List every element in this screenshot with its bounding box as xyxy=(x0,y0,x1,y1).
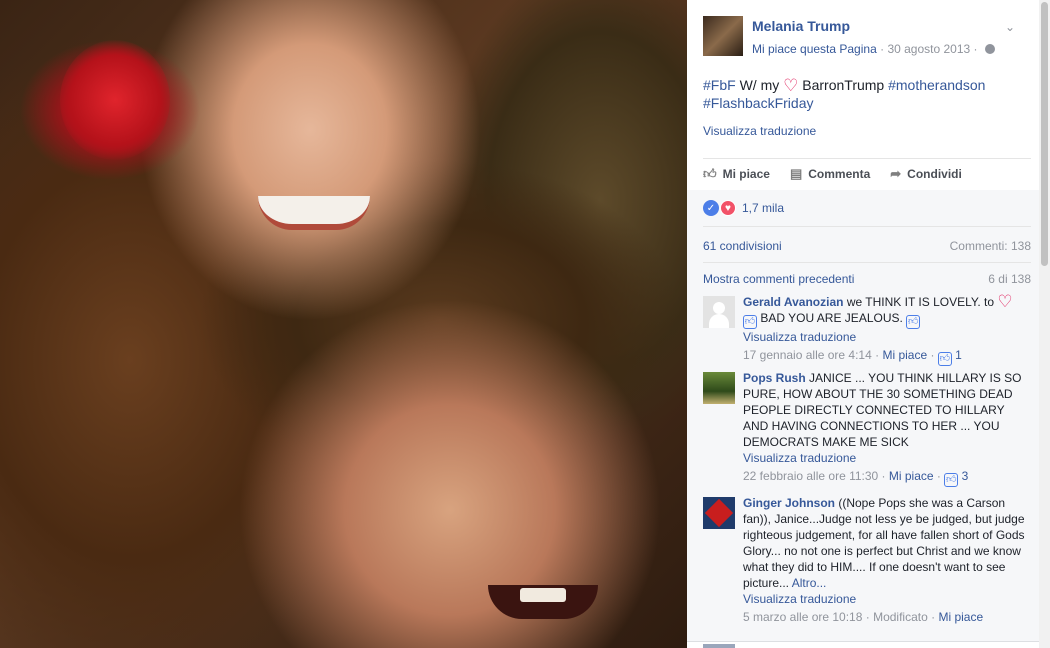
comment-time[interactable]: 17 gennaio alle ore 4:14 xyxy=(743,348,872,362)
comment-text: we THINK IT IS LOVELY. to xyxy=(843,295,998,309)
comment-meta: 17 gennaio alle ore 4:14 · Mi piace · 👍︎… xyxy=(743,348,962,366)
share-icon: ➦ xyxy=(890,166,902,181)
divider-3 xyxy=(703,262,1031,263)
comment-body: Ginger Johnson ((Nope Pops she was a Car… xyxy=(743,495,1031,625)
heart-icon: ♡ xyxy=(783,76,799,95)
post-meta: Mi piace questa Pagina · 30 agosto 2013 … xyxy=(752,42,995,56)
comment-meta: 22 febbraio alle ore 11:30 · Mi piace · … xyxy=(743,469,969,487)
avatar[interactable] xyxy=(703,296,735,328)
comment-body: Pops Rush JANICE ... YOU THINK HILLARY I… xyxy=(743,370,1031,487)
scrollbar-thumb[interactable] xyxy=(1041,2,1048,266)
meta-separator: · xyxy=(880,42,885,56)
avatar[interactable] xyxy=(703,497,735,529)
page-avatar[interactable] xyxy=(703,16,743,56)
post-panel: Melania Trump Mi piace questa Pagina · 3… xyxy=(687,0,1039,648)
comment-like-count[interactable]: 3 xyxy=(962,469,969,483)
thumbs-up-icon: 👍︎ xyxy=(906,315,921,329)
thumbs-up-icon: 👍︎ xyxy=(944,473,959,487)
comment-item: Pops Rush JANICE ... YOU THINK HILLARY I… xyxy=(703,370,1031,488)
share-row: 61 condivisioni Commenti: 138 xyxy=(703,239,1031,253)
post-text-segment-2: BarronTrump xyxy=(798,77,889,93)
thumbs-up-icon: 👍︎ xyxy=(743,315,757,329)
woman-smile xyxy=(258,196,370,230)
show-previous-comments-link[interactable]: Mostra commenti precedenti xyxy=(703,272,854,286)
comment-composer[interactable] xyxy=(687,641,1039,648)
translate-link[interactable]: Visualizza traduzione xyxy=(703,124,816,138)
comment-like-count[interactable]: 1 xyxy=(955,348,962,362)
comment-item: Ginger Johnson ((Nope Pops she was a Car… xyxy=(703,495,1031,633)
comment-text: ((Nope Pops she was a Carson fan)), Jani… xyxy=(743,496,1025,590)
child-teeth xyxy=(520,588,566,602)
hashtag-fbf[interactable]: #FbF xyxy=(703,77,736,93)
comment-translate-link[interactable]: Visualizza traduzione xyxy=(743,329,1031,345)
action-bar: 👍︎ Mi piace ▤ Commenta ➦ Condividi xyxy=(703,165,1031,183)
meta-separator-2: · xyxy=(973,42,978,56)
like-label: Mi piace xyxy=(722,167,770,181)
avatar xyxy=(703,644,735,648)
page-name-link[interactable]: Melania Trump xyxy=(752,18,850,34)
comment-translate-link[interactable]: Visualizza traduzione xyxy=(743,450,1031,466)
like-button[interactable]: 👍︎ Mi piace xyxy=(703,165,770,183)
comment-button[interactable]: ▤ Commenta xyxy=(790,165,870,183)
share-button[interactable]: ➦ Condividi xyxy=(890,165,962,183)
comment-author[interactable]: Pops Rush xyxy=(743,371,806,385)
comment-icon: ▤ xyxy=(789,166,803,181)
comment-time[interactable]: 5 marzo alle ore 10:18 xyxy=(743,610,862,624)
comment-author[interactable]: Ginger Johnson xyxy=(743,496,835,510)
scrollbar[interactable] xyxy=(1039,0,1050,648)
comment-edited[interactable]: Modificato xyxy=(873,610,928,624)
reactions-count[interactable]: 1,7 mila xyxy=(742,201,784,215)
flower-decoration xyxy=(60,40,170,160)
comment-like-button[interactable]: Mi piace xyxy=(938,610,983,624)
post-date[interactable]: 30 agosto 2013 xyxy=(887,42,970,56)
like-page-link[interactable]: Mi piace questa Pagina xyxy=(752,42,877,56)
chevron-down-icon[interactable]: ⌄ xyxy=(1005,20,1015,34)
avatar[interactable] xyxy=(703,372,735,404)
post-photo[interactable] xyxy=(0,0,687,648)
comment-time[interactable]: 22 febbraio alle ore 11:30 xyxy=(743,469,878,483)
heart-icon: ♡ xyxy=(997,292,1013,311)
post-text-segment: W/ my xyxy=(735,77,784,93)
reactions-summary[interactable]: ✓ ♥ 1,7 mila xyxy=(703,200,784,216)
hashtag-motherandson[interactable]: #motherandson xyxy=(888,77,985,93)
thumbs-up-icon: 👍︎ xyxy=(703,166,717,181)
hashtag-flashbackfriday[interactable]: #FlashbackFriday xyxy=(703,95,814,111)
globe-icon xyxy=(984,44,995,54)
see-more-link[interactable]: Altro... xyxy=(792,576,827,590)
previous-comments-row: Mostra commenti precedenti 6 di 138 xyxy=(703,272,1031,286)
comment-item: Gerald Avanozian we THINK IT IS LOVELY. … xyxy=(703,292,1031,366)
comment-like-button[interactable]: Mi piace xyxy=(882,348,927,362)
post-text: #FbF W/ my ♡ BarronTrump #motherandson #… xyxy=(703,76,1013,112)
comment-like-button[interactable]: Mi piace xyxy=(889,469,934,483)
post-header: Melania Trump Mi piace questa Pagina · 3… xyxy=(703,16,1027,60)
comment-text-2: BAD YOU ARE JEALOUS. xyxy=(757,311,907,325)
comment-body: Gerald Avanozian we THINK IT IS LOVELY. … xyxy=(743,292,1031,366)
comments-counter: 6 di 138 xyxy=(988,272,1031,286)
thumbs-up-icon: 👍︎ xyxy=(937,352,952,366)
shares-link[interactable]: 61 condivisioni xyxy=(703,239,782,253)
comment-author[interactable]: Gerald Avanozian xyxy=(743,295,843,309)
comment-label: Commenta xyxy=(808,167,871,181)
comment-meta: 5 marzo alle ore 10:18 · Modificato · Mi… xyxy=(743,610,984,624)
comments-count: Commenti: 138 xyxy=(949,239,1031,253)
divider-2 xyxy=(703,226,1031,227)
comment-translate-link[interactable]: Visualizza traduzione xyxy=(743,591,1031,607)
share-label: Condividi xyxy=(907,167,962,181)
like-reaction-icon: ✓ xyxy=(703,200,719,216)
divider xyxy=(703,158,1031,159)
love-reaction-icon: ♥ xyxy=(720,200,736,216)
